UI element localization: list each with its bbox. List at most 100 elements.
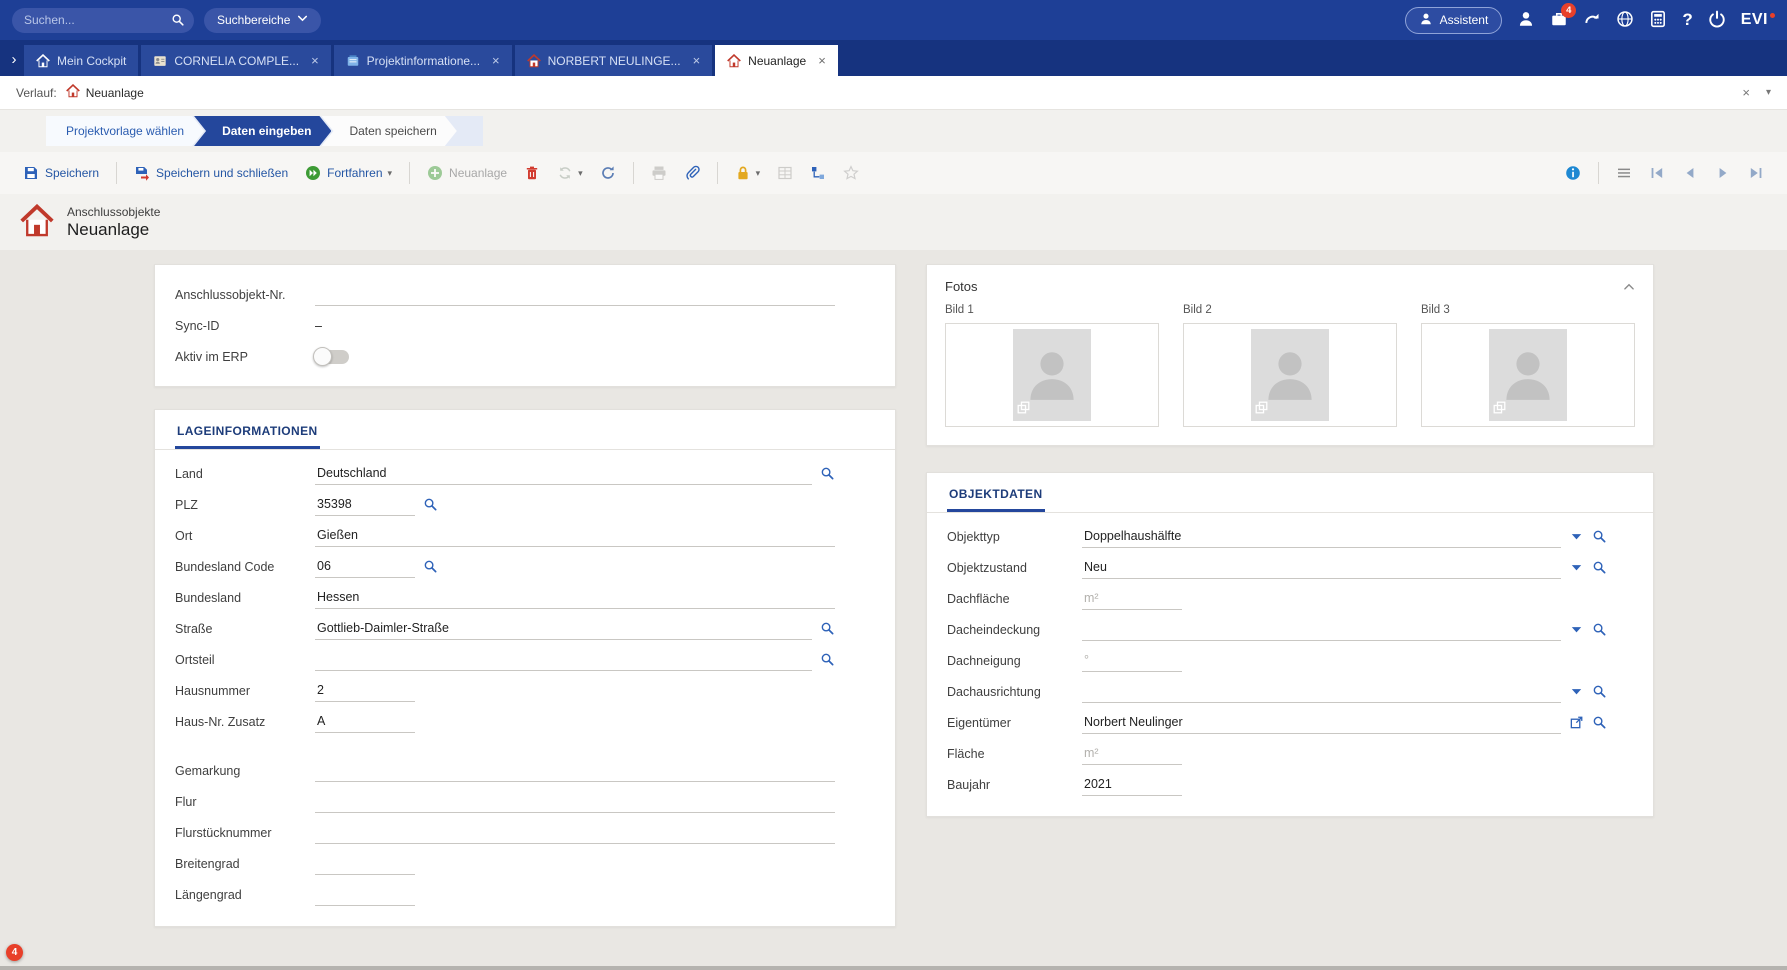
power-button[interactable]: [1708, 10, 1726, 31]
photo-upload-bild-2[interactable]: [1183, 323, 1397, 427]
neuanlage-button[interactable]: Neuanlage: [420, 160, 514, 186]
input-flur[interactable]: [315, 791, 835, 813]
loeschen-button[interactable]: [517, 160, 547, 186]
change-image-icon[interactable]: [1493, 401, 1506, 417]
favorit-button[interactable]: [836, 160, 866, 186]
input-baujahr[interactable]: [1082, 774, 1182, 796]
close-tab-icon[interactable]: ×: [311, 53, 319, 68]
input-objekttyp[interactable]: [1082, 526, 1561, 548]
speichern-und-schliessen-button[interactable]: Speichern und schließen: [127, 160, 295, 186]
tab-cornelia-comple[interactable]: CORNELIA COMPLE...×: [141, 45, 330, 76]
dropdown-icon[interactable]: [1569, 622, 1584, 637]
input-objektzustand[interactable]: [1082, 557, 1561, 579]
close-tab-icon[interactable]: ×: [492, 53, 500, 68]
aktualisieren-button[interactable]: [593, 160, 623, 186]
search-icon[interactable]: [1592, 684, 1607, 699]
sperren-button[interactable]: ▾: [728, 160, 768, 186]
input-breitengrad[interactable]: [315, 853, 415, 875]
photo-upload-bild-3[interactable]: [1421, 323, 1635, 427]
power-icon: [1708, 10, 1726, 31]
search-icon[interactable]: [1592, 529, 1607, 544]
help-button[interactable]: ?: [1682, 10, 1692, 30]
search-icon[interactable]: [1592, 560, 1607, 575]
search-icon[interactable]: [171, 13, 185, 30]
drucken-button[interactable]: [644, 160, 674, 186]
input-bundesland[interactable]: [315, 587, 835, 609]
workflow-button[interactable]: [803, 160, 833, 186]
naechster-datensatz-button[interactable]: [1708, 160, 1738, 186]
field-value: [315, 680, 835, 702]
notifications-button[interactable]: 4: [1550, 10, 1568, 31]
wizard-step-daten-eingeben[interactable]: Daten eingeben: [194, 116, 331, 146]
input-ort[interactable]: [315, 525, 835, 547]
tab-projektinformatione[interactable]: Projektinformatione...×: [334, 45, 512, 76]
menue-button[interactable]: [1609, 160, 1639, 186]
external-icon[interactable]: [1569, 715, 1584, 730]
photo-upload-bild-1[interactable]: [945, 323, 1159, 427]
search-icon[interactable]: [1592, 715, 1607, 730]
input-straße[interactable]: [315, 618, 812, 640]
wizard-step-projektvorlage-wählen[interactable]: Projektvorlage wählen: [46, 116, 204, 146]
panel-caret-icon[interactable]: ▾: [1766, 87, 1771, 98]
tab-objektdaten[interactable]: OBJEKTDATEN: [947, 487, 1045, 512]
close-tab-icon[interactable]: ×: [693, 53, 701, 68]
info-button[interactable]: [1558, 160, 1588, 186]
anhaenge-button[interactable]: [677, 160, 707, 186]
close-tab-icon[interactable]: ×: [818, 53, 826, 68]
collapse-fotos-icon[interactable]: [1623, 281, 1635, 293]
toggle-aktiv-im-erp[interactable]: [315, 350, 349, 364]
web-user-button[interactable]: [1616, 10, 1634, 31]
input-dacheindeckung[interactable]: [1082, 619, 1561, 641]
assistant-button[interactable]: Assistent: [1405, 7, 1503, 34]
close-panel-icon[interactable]: ×: [1742, 85, 1750, 100]
change-image-icon[interactable]: [1017, 401, 1030, 417]
input-dachfläche[interactable]: [1082, 588, 1182, 610]
tab-norbert-neulinge[interactable]: NORBERT NEULINGE...×: [515, 45, 713, 76]
input-plz[interactable]: [315, 494, 415, 516]
input-flurstücknummer[interactable]: [315, 822, 835, 844]
input-bundesland-code[interactable]: [315, 556, 415, 578]
wizard-step-daten-speichern[interactable]: Daten speichern: [321, 116, 456, 146]
apps-button[interactable]: [1649, 10, 1667, 31]
field-label: Objektzustand: [947, 561, 1082, 575]
search-icon[interactable]: [820, 621, 835, 636]
tabelle-button[interactable]: [770, 160, 800, 186]
vorheriger-datensatz-button[interactable]: [1675, 160, 1705, 186]
search-icon[interactable]: [1592, 622, 1607, 637]
search-icon[interactable]: [423, 497, 438, 512]
dropdown-icon[interactable]: [1569, 684, 1584, 699]
dropdown-icon[interactable]: [1569, 560, 1584, 575]
tab-neuanlage[interactable]: Neuanlage×: [715, 45, 838, 76]
input-fläche[interactable]: [1082, 743, 1182, 765]
user-button[interactable]: [1517, 10, 1535, 31]
history-item-neuanlage[interactable]: Neuanlage: [66, 84, 144, 101]
input-dachausrichtung[interactable]: [1082, 681, 1561, 703]
redo-button[interactable]: [1583, 10, 1601, 31]
forward-green-icon: [305, 165, 321, 181]
tab-mein-cockpit[interactable]: Mein Cockpit: [24, 45, 138, 76]
input-gemarkung[interactable]: [315, 760, 835, 782]
input-land[interactable]: [315, 463, 812, 485]
search-input[interactable]: [12, 8, 194, 33]
speichern-button[interactable]: Speichern: [16, 160, 106, 186]
input-längengrad[interactable]: [315, 884, 415, 906]
notification-corner-badge[interactable]: 4: [6, 944, 23, 961]
input-dachneigung[interactable]: [1082, 650, 1182, 672]
search-icon[interactable]: [820, 466, 835, 481]
dropdown-icon[interactable]: [1569, 529, 1584, 544]
input-anschlussobjekt-nr[interactable]: [315, 284, 835, 306]
tab-lageinformationen[interactable]: LAGEINFORMATIONEN: [175, 424, 320, 449]
input-haus-nr-zusatz[interactable]: [315, 711, 415, 733]
change-image-icon[interactable]: [1255, 401, 1268, 417]
letzter-datensatz-button[interactable]: [1741, 160, 1771, 186]
fortfahren-button[interactable]: Fortfahren▾: [298, 160, 399, 186]
search-icon[interactable]: [423, 559, 438, 574]
search-areas-button[interactable]: Suchbereiche: [204, 8, 321, 33]
input-hausnummer[interactable]: [315, 680, 415, 702]
expand-tabs-icon[interactable]: ›: [4, 51, 24, 76]
input-eigentümer[interactable]: [1082, 712, 1561, 734]
input-ortsteil[interactable]: [315, 649, 812, 671]
search-icon[interactable]: [820, 652, 835, 667]
erster-datensatz-button[interactable]: [1642, 160, 1672, 186]
synchronisieren-button[interactable]: ▾: [550, 160, 590, 186]
